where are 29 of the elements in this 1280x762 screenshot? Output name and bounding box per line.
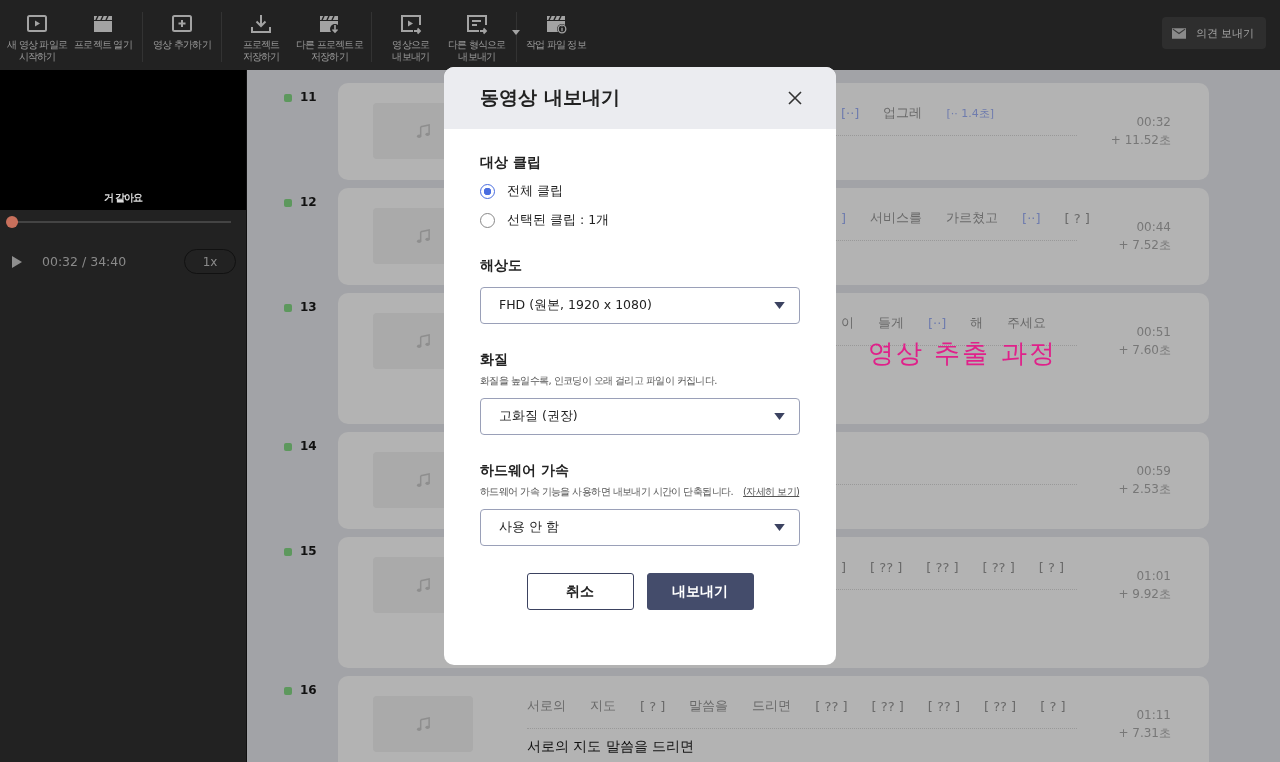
clip-duration: + 7.52초 [1118,237,1171,254]
clip-time: 00:51 [1136,325,1171,339]
playback-time: 00:32 / 34:40 [42,254,127,269]
clip-duration: + 9.92초 [1118,586,1171,603]
clip-number: 13 [300,300,317,314]
section-label: 해상도 [480,257,523,275]
section-label: 화질 [480,351,509,369]
clip-number: 12 [300,195,317,209]
section-label: 대상 클립 [480,154,542,172]
annotation-text: 영상 추출 과정 [868,337,1057,370]
section-label: 하드웨어 가속 [480,462,570,480]
clip-number: 11 [300,90,317,104]
clip-duration: + 11.52초 [1110,132,1171,149]
clip-time: 00:59 [1136,464,1171,478]
subtitle: 거 같아요 [103,191,143,205]
clip-time: 01:11 [1136,708,1171,722]
clip-duration: + 2.53초 [1118,481,1171,498]
hint-text: 화질을 높일수록, 인코딩이 오래 걸리고 파일이 커집니다. [480,374,717,388]
clip-duration: + 7.60초 [1118,342,1171,359]
dialog-title: 동영상 내보내기 [480,85,620,110]
clip-time: 00:32 [1136,115,1171,129]
clip-number: 14 [300,439,317,453]
hint-text: 하드웨어 가속 기능을 사용하면 내보내기 시간이 단축됩니다. [480,485,734,499]
clip-number: 16 [300,683,317,697]
transcript-text: 서로의 지도 말씀을 드리면 [527,738,695,756]
clip-number: 15 [300,544,317,558]
clip-duration: + 7.31초 [1118,725,1171,742]
clip-time: 00:44 [1136,220,1171,234]
clip-time: 01:01 [1136,569,1171,583]
